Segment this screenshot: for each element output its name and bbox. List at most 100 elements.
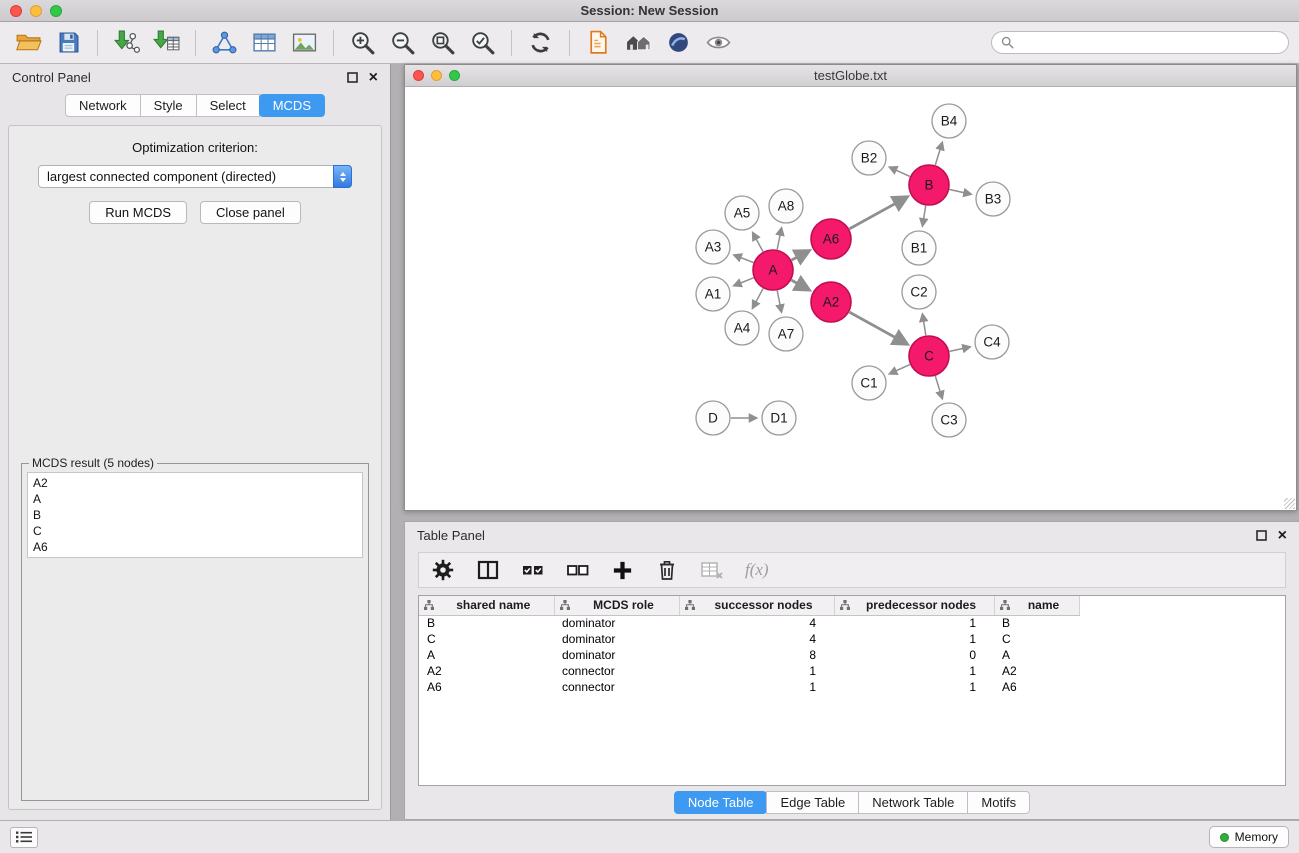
select-all-button[interactable]	[521, 558, 545, 582]
import-table-button[interactable]	[148, 26, 185, 60]
graph-node-C1[interactable]: C1	[852, 366, 886, 400]
graph-node-A7[interactable]: A7	[769, 317, 803, 351]
table-cell[interactable]: 0	[834, 647, 994, 663]
neighbors-button[interactable]	[580, 26, 617, 60]
optimization-dropdown[interactable]: largest connected component (directed)	[38, 165, 352, 188]
close-icon[interactable]: ×	[1278, 528, 1287, 544]
table-cell[interactable]: A6	[419, 679, 554, 695]
import-network-button[interactable]	[108, 26, 145, 60]
graph-edge-B-B2[interactable]	[890, 167, 910, 176]
table-row[interactable]: A2connector11A2	[419, 663, 1285, 679]
export-image-button[interactable]	[286, 26, 323, 60]
add-column-button[interactable]	[611, 559, 634, 582]
home-button[interactable]	[620, 26, 657, 60]
graph-edge-A-A8[interactable]	[777, 229, 781, 250]
table-cell[interactable]: 1	[834, 663, 994, 679]
result-item[interactable]: A	[33, 491, 357, 507]
minimize-window-button[interactable]	[30, 5, 42, 17]
show-hide-button[interactable]	[700, 26, 737, 60]
table-cell[interactable]: 1	[834, 631, 994, 647]
network-window-titlebar[interactable]: testGlobe.txt	[405, 65, 1296, 87]
network-view[interactable]: B4B2BB3A5A8A6B1A3AC2A1A2A4A7C4CC1C3DD1	[405, 87, 1296, 510]
graph-node-A1[interactable]: A1	[696, 277, 730, 311]
table-cell[interactable]: 4	[679, 615, 834, 631]
table-row[interactable]: Bdominator41B	[419, 615, 1285, 631]
graph-node-B4[interactable]: B4	[932, 104, 966, 138]
graph-edge-A-A4[interactable]	[753, 289, 763, 308]
graph-edge-C-C2[interactable]	[923, 315, 926, 336]
close-icon[interactable]: ×	[369, 70, 378, 86]
graph-node-A2[interactable]: A2	[811, 282, 851, 322]
tab-node-table[interactable]: Node Table	[674, 791, 768, 814]
table-cell[interactable]: connector	[554, 679, 679, 695]
table-cell[interactable]: connector	[554, 663, 679, 679]
table-cell[interactable]: 4	[679, 631, 834, 647]
result-item[interactable]: C	[33, 523, 357, 539]
result-item[interactable]: B	[33, 507, 357, 523]
zoom-in-button[interactable]	[344, 26, 381, 60]
tab-edge-table[interactable]: Edge Table	[766, 791, 859, 814]
graph-node-C[interactable]: C	[909, 336, 949, 376]
run-mcds-button[interactable]: Run MCDS	[89, 201, 187, 224]
table-row[interactable]: A6connector11A6	[419, 679, 1285, 695]
mcds-result-list[interactable]: A2ABCA6	[27, 472, 363, 558]
table-cell[interactable]: A	[419, 647, 554, 663]
network-close-button[interactable]	[413, 70, 424, 81]
column-header-predecessor-nodes[interactable]: predecessor nodes	[834, 596, 994, 615]
column-header-shared-name[interactable]: shared name	[419, 596, 554, 615]
column-header-name[interactable]: name	[994, 596, 1079, 615]
graph-node-B1[interactable]: B1	[902, 231, 936, 265]
table-cell[interactable]: B	[419, 615, 554, 631]
graph-edge-A-A3[interactable]	[735, 255, 754, 262]
graph-edge-C-C4[interactable]	[950, 347, 970, 351]
table-cell[interactable]: dominator	[554, 615, 679, 631]
zoom-out-button[interactable]	[384, 26, 421, 60]
node-table[interactable]: shared nameMCDS rolesuccessor nodesprede…	[418, 595, 1286, 786]
table-cell[interactable]: dominator	[554, 647, 679, 663]
graph-node-A8[interactable]: A8	[769, 189, 803, 223]
table-cell[interactable]: A2	[419, 663, 554, 679]
column-header-MCDS-role[interactable]: MCDS role	[554, 596, 679, 615]
delete-column-button[interactable]	[655, 558, 679, 582]
graph-node-A5[interactable]: A5	[725, 196, 759, 230]
graph-node-A6[interactable]: A6	[811, 219, 851, 259]
graph-edge-A-A6[interactable]	[792, 251, 809, 260]
tab-style[interactable]: Style	[140, 94, 197, 117]
graph-node-A3[interactable]: A3	[696, 230, 730, 264]
open-session-button[interactable]	[10, 26, 47, 60]
result-item[interactable]: A6	[33, 539, 357, 555]
graph-node-B2[interactable]: B2	[852, 141, 886, 175]
table-cell[interactable]: C	[994, 631, 1079, 647]
graph-edge-B-B4[interactable]	[935, 143, 942, 165]
zoom-window-button[interactable]	[50, 5, 62, 17]
table-cell[interactable]: A2	[994, 663, 1079, 679]
graph-edge-A6-B[interactable]	[849, 198, 906, 229]
table-row[interactable]: Adominator80A	[419, 647, 1285, 663]
result-item[interactable]: A2	[33, 475, 357, 491]
table-cell[interactable]: 8	[679, 647, 834, 663]
graph-edge-B-B3[interactable]	[950, 190, 971, 195]
column-header-successor-nodes[interactable]: successor nodes	[679, 596, 834, 615]
table-cell[interactable]: C	[419, 631, 554, 647]
task-history-button[interactable]	[10, 827, 38, 848]
apply-style-button[interactable]	[660, 26, 697, 60]
graph-edge-B-B1[interactable]	[923, 206, 926, 226]
tab-network-table[interactable]: Network Table	[858, 791, 968, 814]
graph-node-B3[interactable]: B3	[976, 182, 1010, 216]
float-panel-icon[interactable]	[1256, 530, 1267, 541]
graph-edge-A-A5[interactable]	[753, 233, 763, 251]
graph-edge-A-A2[interactable]	[791, 280, 808, 289]
graph-node-C2[interactable]: C2	[902, 275, 936, 309]
graph-edge-A-A7[interactable]	[777, 291, 781, 312]
graph-node-B[interactable]: B	[909, 165, 949, 205]
graph-node-A4[interactable]: A4	[725, 311, 759, 345]
new-network-button[interactable]	[206, 26, 243, 60]
graph-node-A[interactable]: A	[753, 250, 793, 290]
table-cell[interactable]: dominator	[554, 631, 679, 647]
deselect-all-button[interactable]	[566, 558, 590, 582]
table-row[interactable]: Cdominator41C	[419, 631, 1285, 647]
tab-network[interactable]: Network	[65, 94, 141, 117]
refresh-button[interactable]	[522, 26, 559, 60]
table-settings-button[interactable]	[431, 558, 455, 582]
graph-edge-A2-C[interactable]	[849, 312, 906, 343]
